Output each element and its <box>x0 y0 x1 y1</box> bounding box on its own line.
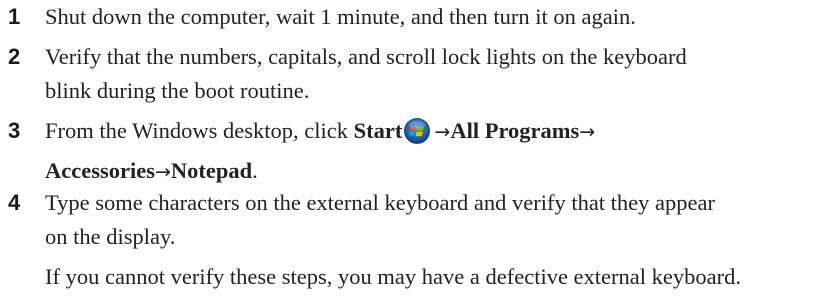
windows-start-orb-icon <box>404 118 431 154</box>
notepad-label: Notepad <box>170 158 253 183</box>
arrow-icon: → <box>579 121 596 143</box>
start-label: Start <box>353 118 403 143</box>
step-number: 4 <box>8 190 21 215</box>
step-text-line: Type some characters on the external key… <box>45 190 716 215</box>
accessories-label: Accessories <box>45 158 155 183</box>
step-intro: From the Windows desktop, click <box>45 118 354 143</box>
step-text-line: blink during the boot routine. <box>45 78 310 103</box>
step-number: 2 <box>8 44 21 69</box>
step-number: 3 <box>8 118 21 143</box>
step-end: . <box>252 158 258 183</box>
step-text: Shut down the computer, wait 1 minute, a… <box>45 4 636 29</box>
instruction-steps: 1 Shut down the computer, wait 1 minute,… <box>0 0 837 302</box>
step-text-line: From the Windows desktop, click Start →A… <box>45 114 835 154</box>
all-programs-label: All Programs <box>450 118 580 143</box>
arrow-icon: → <box>154 161 171 183</box>
step-text-line: Accessories→Notepad. <box>45 154 835 189</box>
step-text-line: Verify that the numbers, capitals, and s… <box>45 44 687 69</box>
step-text: Type some characters on the external key… <box>45 186 835 254</box>
step-text: From the Windows desktop, click Start →A… <box>45 114 835 189</box>
step-text-line: on the display. <box>45 224 176 249</box>
troubleshooting-note: If you cannot verify these steps, you ma… <box>45 264 741 289</box>
step-number: 1 <box>8 4 21 29</box>
step-text: Verify that the numbers, capitals, and s… <box>45 40 835 108</box>
arrow-icon: → <box>434 121 451 143</box>
